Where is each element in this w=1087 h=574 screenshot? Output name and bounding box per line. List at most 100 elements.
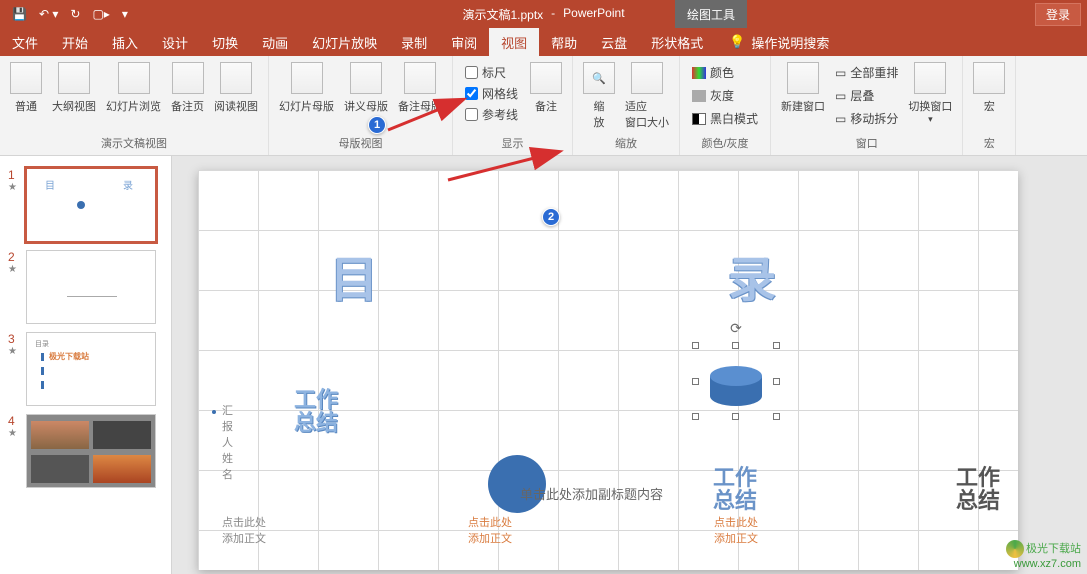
split-icon: ▭ bbox=[835, 112, 846, 126]
gray-swatch-icon bbox=[692, 90, 706, 102]
rotate-handle-icon[interactable]: ⟳ bbox=[730, 320, 742, 337]
arrange-icon: ▭ bbox=[835, 66, 846, 80]
animation-star-icon: ★ bbox=[8, 428, 20, 439]
group-label: 母版视图 bbox=[269, 135, 452, 155]
fit-window-button[interactable]: 适应 窗口大小 bbox=[621, 60, 673, 132]
click-add-text-1[interactable]: 点击此处 添加正文 bbox=[222, 514, 266, 546]
tab-insert[interactable]: 插入 bbox=[100, 28, 150, 56]
slide-thumbnail-4[interactable]: 4★ bbox=[0, 410, 171, 492]
thumbnail-preview[interactable] bbox=[26, 414, 156, 488]
slide-thumbnail-2[interactable]: 2★ bbox=[0, 246, 171, 328]
work-summary-text-2[interactable]: 工作 总结 bbox=[713, 466, 757, 512]
subtitle-placeholder[interactable]: 单击此处添加副标题内容 bbox=[520, 484, 663, 503]
thumbnail-preview[interactable] bbox=[26, 250, 156, 324]
magnifier-icon: 🔍 bbox=[583, 62, 615, 94]
tab-shape-format[interactable]: 形状格式 bbox=[639, 28, 715, 56]
reading-view-button[interactable]: 阅读视图 bbox=[210, 60, 262, 116]
start-from-beginning-icon[interactable]: ▢▸ bbox=[92, 7, 109, 21]
guides-check-input[interactable] bbox=[465, 108, 478, 121]
tab-file[interactable]: 文件 bbox=[0, 28, 50, 56]
click-add-text-3[interactable]: 点击此处 添加正文 bbox=[714, 514, 758, 546]
ribbon-tabs: 文件 开始 插入 设计 切换 动画 幻灯片放映 录制 审阅 视图 帮助 云盘 形… bbox=[0, 28, 1087, 56]
notes-master-button[interactable]: 备注母版 bbox=[394, 60, 446, 116]
title-char-lu[interactable]: 录 bbox=[728, 240, 776, 310]
ruler-check-input[interactable] bbox=[465, 66, 478, 79]
thumbnail-preview[interactable]: 目 录 bbox=[26, 168, 156, 242]
window-title: 演示文稿1.pptx - PowerPoint bbox=[462, 6, 624, 23]
outline-view-icon bbox=[58, 62, 90, 94]
slide-master-icon bbox=[291, 62, 323, 94]
normal-view-button[interactable]: 普通 bbox=[6, 60, 46, 116]
chevron-down-icon: ▾ bbox=[928, 114, 933, 125]
group-label: 演示文稿视图 bbox=[0, 135, 268, 155]
blackwhite-button[interactable]: 黑白模式 bbox=[692, 108, 758, 129]
cascade-button[interactable]: ▭层叠 bbox=[835, 85, 898, 106]
group-window: 新建窗口 ▭全部重排 ▭层叠 ▭移动拆分 切换窗口▾ 窗口 bbox=[771, 56, 963, 155]
tab-design[interactable]: 设计 bbox=[150, 28, 200, 56]
animation-star-icon: ★ bbox=[8, 182, 20, 193]
group-label: 窗口 bbox=[771, 135, 962, 155]
tab-help[interactable]: 帮助 bbox=[539, 28, 589, 56]
undo-icon[interactable]: ↶ ▾ bbox=[39, 7, 58, 21]
save-icon[interactable]: 💾 bbox=[12, 7, 27, 21]
outline-view-button[interactable]: 大纲视图 bbox=[48, 60, 100, 116]
group-show: 标尺 网格线 参考线 备注 显示 bbox=[453, 56, 573, 155]
tab-review[interactable]: 审阅 bbox=[439, 28, 489, 56]
macros-button[interactable]: 宏 bbox=[969, 60, 1009, 116]
zoom-button[interactable]: 🔍缩 放 bbox=[579, 60, 619, 132]
slide-sorter-button[interactable]: 幻灯片浏览 bbox=[102, 60, 165, 116]
slide-thumbnail-3[interactable]: 3★ 目录 极光下载站 bbox=[0, 328, 171, 410]
notes-icon bbox=[530, 62, 562, 94]
app-name: PowerPoint bbox=[563, 6, 624, 23]
macros-icon bbox=[973, 62, 1005, 94]
tab-record[interactable]: 录制 bbox=[389, 28, 439, 56]
tab-home[interactable]: 开始 bbox=[50, 28, 100, 56]
work-summary-text-1[interactable]: 工作 总结 bbox=[294, 388, 338, 434]
slide-thumbnail-1[interactable]: 1★ 目 录 bbox=[0, 164, 171, 246]
worksplit: 1★ 目 录 2★ 3★ 目录 极光下载站 4★ bbox=[0, 156, 1087, 574]
reporter-name-label[interactable]: 汇报人姓名 bbox=[222, 402, 234, 482]
contextual-tab-header: 绘图工具 bbox=[675, 0, 747, 28]
thumbnail-panel[interactable]: 1★ 目 录 2★ 3★ 目录 极光下载站 4★ bbox=[0, 156, 172, 574]
redo-icon[interactable]: ↻ bbox=[70, 7, 80, 21]
arrange-all-button[interactable]: ▭全部重排 bbox=[835, 62, 898, 83]
reading-view-icon bbox=[220, 62, 252, 94]
ruler-checkbox[interactable]: 标尺 bbox=[465, 62, 518, 83]
notes-page-icon bbox=[172, 62, 204, 94]
group-macros: 宏 宏 bbox=[963, 56, 1016, 155]
watermark-url: www.xz7.com bbox=[1006, 558, 1081, 570]
tab-view[interactable]: 视图 bbox=[489, 28, 539, 56]
selected-cylinder-shape[interactable]: ⟳ bbox=[696, 346, 776, 416]
notes-page-button[interactable]: 备注页 bbox=[167, 60, 208, 116]
tab-transitions[interactable]: 切换 bbox=[200, 28, 250, 56]
click-add-text-2[interactable]: 点击此处 添加正文 bbox=[468, 514, 512, 546]
gridlines-check-input[interactable] bbox=[465, 87, 478, 100]
handout-master-button[interactable]: 讲义母版 bbox=[340, 60, 392, 116]
slide-canvas[interactable]: 目 录 汇报人姓名 工作 总结 单击此处添加副标题内容 工作 总结 工作 总结 … bbox=[198, 170, 1018, 570]
new-window-button[interactable]: 新建窗口 bbox=[777, 60, 829, 116]
ribbon: 普通 大纲视图 幻灯片浏览 备注页 阅读视图 演示文稿视图 幻灯片母版 讲义母版… bbox=[0, 56, 1087, 156]
tab-slideshow[interactable]: 幻灯片放映 bbox=[300, 28, 389, 56]
notes-button[interactable]: 备注 bbox=[526, 60, 566, 116]
grayscale-button[interactable]: 灰度 bbox=[692, 85, 758, 106]
guides-checkbox[interactable]: 参考线 bbox=[465, 104, 518, 125]
quick-access-toolbar: 💾 ↶ ▾ ↻ ▢▸ ▾ bbox=[0, 7, 128, 21]
move-split-button[interactable]: ▭移动拆分 bbox=[835, 108, 898, 129]
switch-windows-button[interactable]: 切换窗口▾ bbox=[904, 60, 956, 127]
color-button[interactable]: 颜色 bbox=[692, 62, 758, 83]
tab-animations[interactable]: 动画 bbox=[250, 28, 300, 56]
work-summary-text-3[interactable]: 工作 总结 bbox=[956, 466, 1000, 512]
slide-edit-area[interactable]: 目 录 汇报人姓名 工作 总结 单击此处添加副标题内容 工作 总结 工作 总结 … bbox=[172, 156, 1087, 574]
cascade-icon: ▭ bbox=[835, 89, 846, 103]
title-char-mu[interactable]: 目 bbox=[330, 240, 378, 310]
qat-customize-icon[interactable]: ▾ bbox=[122, 7, 128, 21]
tab-yunpan[interactable]: 云盘 bbox=[589, 28, 639, 56]
thumbnail-preview[interactable]: 目录 极光下载站 bbox=[26, 332, 156, 406]
watermark-site: 极光下载站 bbox=[1026, 543, 1081, 555]
slide-master-button[interactable]: 幻灯片母版 bbox=[275, 60, 338, 116]
tell-me[interactable]: 💡 操作说明搜索 bbox=[715, 28, 829, 56]
login-button[interactable]: 登录 bbox=[1035, 3, 1081, 26]
normal-view-icon bbox=[10, 62, 42, 94]
handout-master-icon bbox=[350, 62, 382, 94]
gridlines-checkbox[interactable]: 网格线 bbox=[465, 83, 518, 104]
